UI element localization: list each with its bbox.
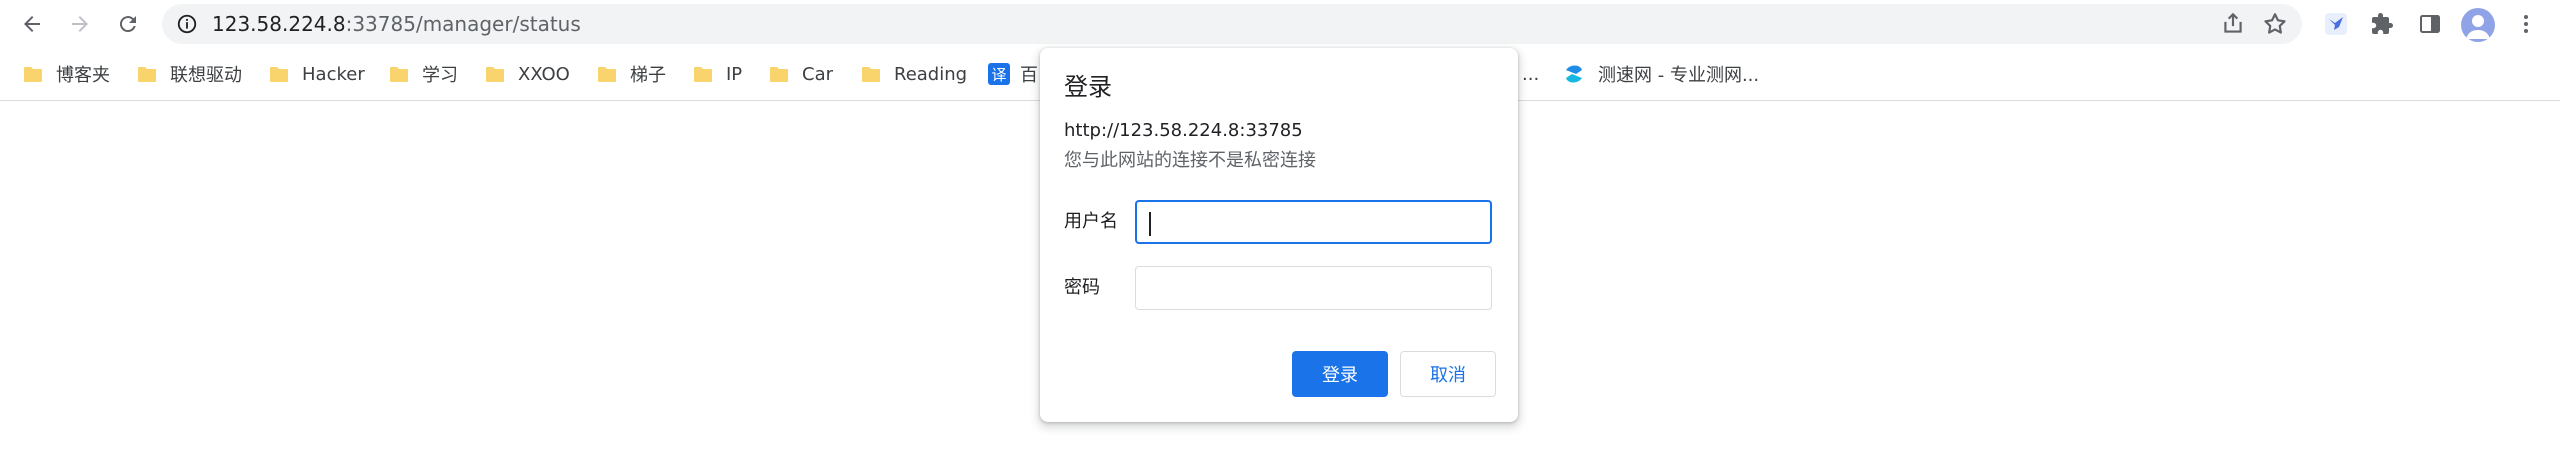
bookmark-folder-reading[interactable]: Reading (862, 62, 967, 86)
bookmark-folder-xxoo[interactable]: XXOO (486, 62, 570, 86)
auth-dialog: 登录 http://123.58.224.8:33785 您与此网站的连接不是私… (1040, 48, 1518, 422)
bookmark-label: 梯子 (630, 65, 666, 86)
dialog-warning: 您与此网站的连接不是私密连接 (1064, 150, 1316, 171)
bookmark-folder-boke[interactable]: 博客夹 (24, 62, 110, 86)
bookmark-label: ... (1522, 63, 1540, 85)
bookmark-speedtest[interactable]: 测速网 - 专业测网... (1562, 62, 1759, 86)
bookmark-folder-hacker[interactable]: Hacker (270, 62, 365, 86)
bookmark-label: 博客夹 (56, 65, 110, 86)
folder-icon (770, 67, 788, 82)
profile-avatar[interactable] (2461, 8, 2495, 42)
menu-button[interactable] (2508, 6, 2544, 42)
side-panel-button[interactable] (2412, 6, 2448, 42)
folder-icon (598, 67, 616, 82)
bookmark-label: 测速网 - 专业测网... (1598, 65, 1760, 86)
arrow-right-icon (72, 16, 88, 32)
text-caret (1149, 212, 1151, 236)
reload-icon (119, 16, 136, 33)
dialog-title: 登录 (1064, 73, 1112, 101)
translate-icon: 译 (988, 63, 1010, 85)
person-icon (2466, 15, 2490, 39)
bookmark-label: 联想驱动 (170, 65, 242, 86)
cancel-button[interactable]: 取消 (1400, 351, 1496, 397)
side-panel-icon (2420, 15, 2440, 33)
kebab-menu-icon (2524, 15, 2528, 33)
extension-button[interactable] (2318, 6, 2354, 42)
bookmark-truncated[interactable]: ... (1522, 62, 1539, 86)
url-text[interactable]: 123.58.224.8:33785/manager/status (212, 12, 581, 36)
bookmark-folder-lenovo[interactable]: 联想驱动 (138, 62, 242, 86)
bookmark-folder-car[interactable]: Car (770, 62, 833, 86)
info-icon[interactable] (176, 13, 198, 35)
speedtest-icon (1566, 65, 1582, 83)
url-path: :33785/manager/status (345, 12, 581, 36)
browser-toolbar: 123.58.224.8:33785/manager/status (0, 0, 2560, 48)
bookmark-label: Hacker (302, 63, 365, 85)
dialog-origin: http://123.58.224.8:33785 (1064, 120, 1303, 141)
folder-icon (270, 67, 288, 82)
puzzle-icon (2372, 13, 2393, 34)
username-label: 用户名 (1064, 211, 1118, 232)
username-input[interactable] (1135, 200, 1492, 244)
folder-icon (862, 67, 880, 82)
folder-icon (694, 67, 712, 82)
forward-button[interactable] (62, 6, 98, 42)
bookmark-label: IP (726, 63, 743, 85)
bookmark-folder-study[interactable]: 学习 (390, 62, 458, 86)
bookmark-label: Car (802, 63, 833, 85)
address-bar[interactable]: 123.58.224.8:33785/manager/status (162, 4, 2302, 44)
bookmark-label: 学习 (422, 65, 458, 86)
folder-icon (390, 67, 408, 82)
bird-extension-icon (2325, 13, 2347, 35)
login-button[interactable]: 登录 (1292, 351, 1388, 397)
back-button[interactable] (14, 6, 50, 42)
bookmark-folder-ip[interactable]: IP (694, 62, 742, 86)
folder-icon (24, 67, 42, 82)
extensions-button[interactable] (2364, 6, 2400, 42)
bookmark-translate[interactable]: 译 百 (988, 62, 1038, 86)
arrow-left-icon (24, 16, 40, 32)
bookmark-label: Reading (894, 63, 968, 85)
password-label: 密码 (1064, 277, 1100, 298)
bookmark-label: 百 (1020, 65, 1038, 86)
password-input[interactable] (1135, 266, 1492, 310)
folder-icon (486, 67, 504, 82)
star-icon[interactable] (2262, 11, 2288, 37)
bookmark-folder-ladder[interactable]: 梯子 (598, 62, 666, 86)
url-host: 123.58.224.8 (212, 12, 346, 36)
folder-icon (138, 67, 156, 82)
share-icon[interactable] (2220, 11, 2246, 37)
reload-button[interactable] (110, 6, 146, 42)
bookmark-label: XXOO (518, 63, 570, 85)
